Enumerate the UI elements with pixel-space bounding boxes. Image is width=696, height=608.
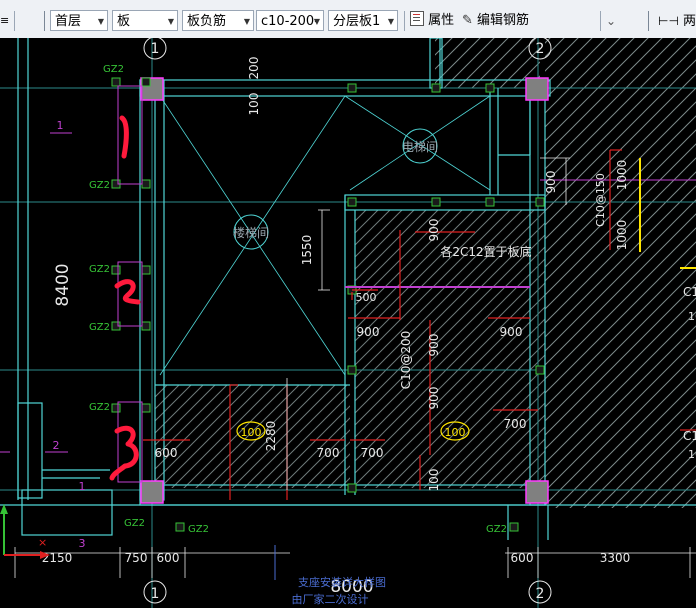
dim-3300: 3300	[600, 551, 631, 565]
axis-label-top-1: 1	[151, 41, 160, 57]
toolbar-separator	[600, 11, 601, 31]
dim-1550: 1550	[300, 235, 314, 266]
rebar-spec-value: c10-200-	[261, 14, 319, 29]
section-mark-1-small: 1	[79, 480, 86, 493]
dim-600: 600	[155, 446, 178, 460]
properties-label: 属性	[428, 13, 455, 28]
toolbar-overflow-icon[interactable]: ⌄	[606, 8, 616, 34]
component-sub-value: 板负筋	[187, 14, 227, 29]
gz-label: GZ2	[89, 180, 110, 191]
component-type-value: 板	[117, 14, 131, 29]
two-point-label: 两点	[683, 14, 696, 29]
dim-600: 600	[157, 551, 180, 565]
column[interactable]	[525, 77, 549, 101]
dim-1000: 1000	[615, 220, 629, 251]
layer-select[interactable]: 分层板1 ▼	[328, 10, 398, 31]
room-label-stair: 楼梯间	[233, 225, 269, 240]
chevron-down-icon: ▼	[387, 17, 394, 26]
rebar-label-c10-200: C10@200	[399, 331, 413, 390]
toolbar-left-cut[interactable]: ≡	[0, 8, 9, 34]
axis-label-bottom-1: 1	[151, 586, 160, 602]
chevron-down-icon: ▼	[313, 17, 320, 26]
chevron-down-icon: ▼	[167, 17, 174, 26]
gz-label: GZ2	[188, 524, 209, 535]
two-point-icon: ⊢⊣	[658, 14, 679, 28]
ring-label: 100	[241, 426, 262, 439]
dim-500: 500	[356, 291, 377, 304]
dim-16-cut: 16	[688, 310, 696, 323]
rebar-label-c10-150: C10@150	[594, 173, 607, 227]
dim-900: 900	[357, 325, 380, 339]
toolbar-separator	[404, 11, 405, 31]
dim-600: 600	[511, 551, 534, 565]
properties-button[interactable]: 属性	[410, 8, 454, 34]
floor-select[interactable]: 首层 ▼	[50, 10, 108, 31]
gz-label: GZ2	[103, 64, 124, 75]
section-mark-1: 1	[57, 119, 64, 132]
section-mark-2: 2	[53, 439, 60, 452]
rebar-label-c1-cut: C1	[683, 285, 696, 299]
dim-900: 900	[500, 325, 523, 339]
room-label-elevator: 电梯间	[402, 140, 438, 154]
rebar-spec-select[interactable]: c10-200- ▼	[256, 10, 324, 31]
dim-900: 900	[544, 171, 558, 194]
dim-1000: 1000	[615, 160, 629, 191]
dim-2150: 2150	[42, 551, 73, 565]
edit-rebar-icon: ✎	[462, 13, 473, 28]
gz-label: GZ2	[89, 264, 110, 275]
axis-label-bottom-2: 2	[536, 586, 545, 602]
drawing-canvas[interactable]: 楼梯间 电梯间 100 100 1 2 1 2 2150 750 600 600…	[0, 38, 696, 608]
dim-16-cut: 16	[688, 448, 696, 461]
dim-700: 700	[504, 417, 527, 431]
slab-hatch	[545, 38, 696, 508]
note-line-1: 支座安装详大样图	[298, 575, 386, 589]
component-sub-select[interactable]: 板负筋 ▼	[182, 10, 254, 31]
gz-label: GZ2	[124, 518, 145, 529]
edit-rebar-label: 编辑钢筋	[477, 13, 530, 28]
component-type-select[interactable]: 板 ▼	[112, 10, 178, 31]
dim-700: 700	[317, 446, 340, 460]
dim-200: 200	[247, 57, 261, 80]
properties-icon	[410, 11, 424, 26]
dim-8400: 8400	[53, 263, 73, 306]
column[interactable]	[525, 480, 549, 504]
chevron-down-icon: ▼	[97, 17, 104, 26]
gz-label: GZ2	[89, 402, 110, 413]
dim-900: 900	[427, 387, 441, 410]
dim-2280: 2280	[264, 421, 278, 452]
toolbar-row: ≡ 首层 ▼ 板 ▼ 板负筋 ▼ c10-200- ▼ 分层板1 ▼ 属性 ✎ …	[0, 8, 696, 34]
dim-900: 900	[427, 219, 441, 242]
gz-label: GZ2	[89, 322, 110, 333]
dim-700: 700	[361, 446, 384, 460]
section-mark-3: 3	[79, 537, 86, 550]
column[interactable]	[140, 480, 164, 504]
ucs-x-label: ×	[38, 536, 47, 549]
gz-label: GZ2	[486, 524, 507, 535]
toolbar-separator	[14, 11, 15, 31]
two-point-button[interactable]: ⊢⊣ 两点	[658, 8, 696, 34]
dim-100: 100	[427, 469, 441, 492]
cad-toolbar: ≡ 首层 ▼ 板 ▼ 板负筋 ▼ c10-200- ▼ 分层板1 ▼ 属性 ✎ …	[0, 0, 696, 39]
toolbar-grip[interactable]	[44, 11, 45, 31]
edit-rebar-button[interactable]: ✎ 编辑钢筋	[462, 8, 529, 34]
chevron-down-icon: ▼	[243, 17, 250, 26]
dim-750: 750	[125, 551, 148, 565]
axis-label-top-2: 2	[536, 41, 545, 57]
floor-select-value: 首层	[55, 14, 82, 29]
note-line-2: 由厂家二次设计	[292, 592, 369, 606]
dim-100: 100	[247, 93, 261, 116]
toolbar-grip[interactable]	[648, 11, 649, 31]
ring-label: 100	[445, 426, 466, 439]
beam-rebar-note: 各2C12置于板底	[440, 244, 531, 259]
layer-select-value: 分层板1	[333, 14, 381, 29]
dim-900: 900	[427, 334, 441, 357]
rebar-label-c1-cut: C1	[683, 429, 696, 443]
